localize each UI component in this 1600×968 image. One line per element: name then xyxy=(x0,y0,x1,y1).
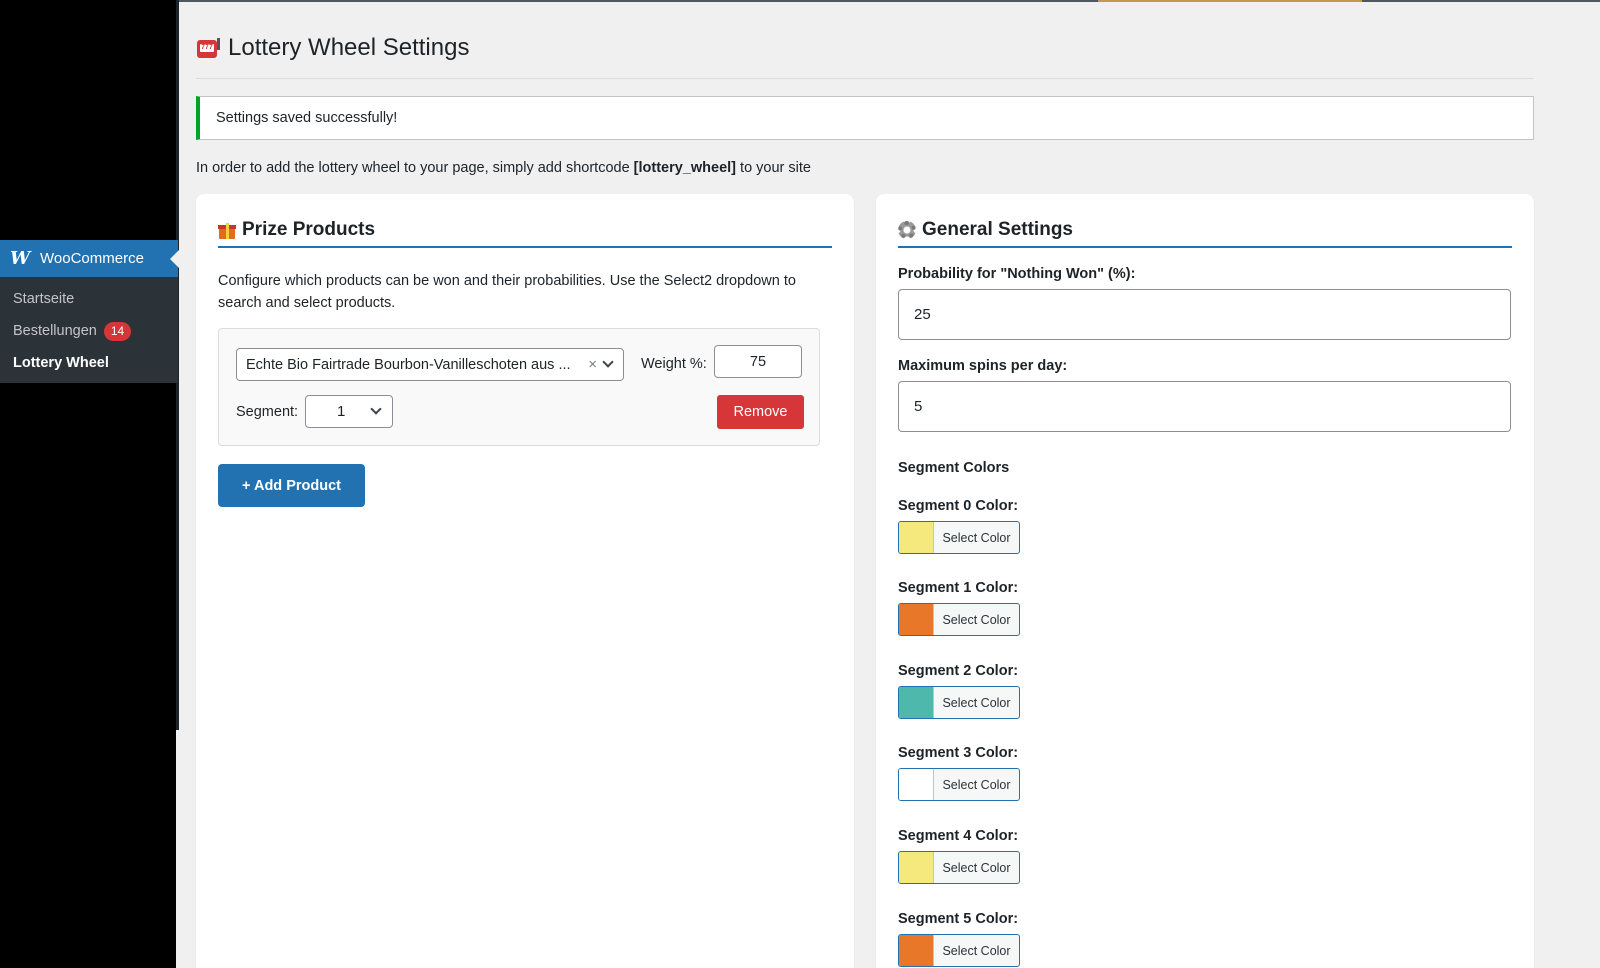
segment-2-color-label: Segment 2 Color: xyxy=(898,663,1019,679)
page-title-text: Lottery Wheel Settings xyxy=(228,34,470,61)
max-spins-input[interactable]: 5 xyxy=(898,381,1511,432)
notice-text: Settings saved successfully! xyxy=(216,110,398,126)
segment-5-color-label: Segment 5 Color: xyxy=(898,911,1019,927)
chevron-down-icon xyxy=(370,403,382,415)
product-select-value: Echte Bio Fairtrade Bourbon-Vanilleschot… xyxy=(246,356,571,373)
success-notice: Settings saved successfully! xyxy=(196,96,1534,140)
add-product-button[interactable]: + Add Product xyxy=(218,464,365,507)
segment-0-color-label: Segment 0 Color: xyxy=(898,498,1019,514)
weight-label: Weight %: xyxy=(641,356,707,372)
segment-3-color-label: Segment 3 Color: xyxy=(898,745,1019,761)
select-color-label: Select Color xyxy=(942,943,1011,958)
segment-4-color-label: Segment 4 Color: xyxy=(898,828,1019,844)
gift-icon xyxy=(218,221,236,239)
weight-input[interactable]: 75 xyxy=(714,345,802,378)
segment-5-color-picker[interactable]: Select Color xyxy=(898,934,1020,967)
clear-icon[interactable]: × xyxy=(588,356,597,373)
sidebar-item-label: Lottery Wheel xyxy=(13,355,109,371)
segment-select[interactable]: 1 xyxy=(305,395,393,428)
sidebar-item-label: Bestellungen xyxy=(13,323,97,339)
prize-products-heading: Prize Products xyxy=(218,216,832,244)
intro-text-end: to your site xyxy=(736,160,811,176)
chevron-down-icon xyxy=(602,356,614,368)
intro-text: In order to add the lottery wheel to you… xyxy=(196,160,634,176)
sidebar-item-bestellungen[interactable]: Bestellungen 14 xyxy=(0,315,178,347)
segment-2-color-picker[interactable]: Select Color xyxy=(898,686,1020,719)
woocommerce-submenu: Startseite Bestellungen 14 Lottery Wheel xyxy=(0,277,178,383)
general-settings-heading: General Settings xyxy=(898,216,1512,244)
prize-description: Configure which products can be won and … xyxy=(218,273,796,311)
select-color-label: Select Color xyxy=(942,860,1011,875)
woocommerce-icon: W xyxy=(10,248,30,269)
select-color-label: Select Color xyxy=(942,695,1011,710)
select-color-label: Select Color xyxy=(942,777,1011,792)
card-divider xyxy=(898,246,1512,248)
segment-4-color-picker[interactable]: Select Color xyxy=(898,851,1020,884)
nothing-won-input[interactable]: 25 xyxy=(898,289,1511,340)
card-title: General Settings xyxy=(922,219,1073,240)
select-color-label: Select Color xyxy=(942,530,1011,545)
card-title: Prize Products xyxy=(242,219,376,240)
color-swatch xyxy=(899,935,934,966)
remove-button[interactable]: Remove xyxy=(717,395,804,429)
color-swatch xyxy=(899,852,934,883)
card-divider xyxy=(218,246,832,248)
page-title: 777 Lottery Wheel Settings xyxy=(196,34,469,62)
segment-select-value: 1 xyxy=(337,403,346,420)
orders-count-badge: 14 xyxy=(103,321,132,341)
color-swatch xyxy=(899,769,934,800)
segment-3-color-picker[interactable]: Select Color xyxy=(898,768,1020,801)
segment-1-color-label: Segment 1 Color: xyxy=(898,580,1019,596)
shortcode-intro: In order to add the lottery wheel to you… xyxy=(196,160,811,176)
color-swatch xyxy=(899,604,934,635)
max-spins-label: Maximum spins per day: xyxy=(898,358,1068,374)
general-settings-card: General Settings Probability for "Nothin… xyxy=(876,194,1534,968)
segment-colors-heading: Segment Colors xyxy=(898,460,1010,476)
select-color-label: Select Color xyxy=(942,612,1011,627)
sidebar-item-startseite[interactable]: Startseite xyxy=(0,283,178,315)
title-divider xyxy=(196,78,1534,79)
slot-machine-icon: 777 xyxy=(196,36,220,60)
gear-icon xyxy=(898,221,916,239)
admin-sidebar: W WooCommerce Startseite Bestellungen 14… xyxy=(0,0,179,968)
prize-products-card: Prize Products Configure which products … xyxy=(196,194,854,968)
sidebar-item-woocommerce[interactable]: W WooCommerce xyxy=(0,240,179,277)
color-swatch xyxy=(899,522,934,553)
admin-bar-strip xyxy=(0,0,1600,2)
color-swatch xyxy=(899,687,934,718)
segment-0-color-picker[interactable]: Select Color xyxy=(898,521,1020,554)
admin-bar-accent xyxy=(1098,0,1362,2)
shortcode: [lottery_wheel] xyxy=(633,160,737,176)
sidebar-item-label: Startseite xyxy=(13,291,75,307)
segment-1-color-picker[interactable]: Select Color xyxy=(898,603,1020,636)
sidebar-item-lottery-wheel[interactable]: Lottery Wheel xyxy=(0,347,178,379)
sidebar-item-label: WooCommerce xyxy=(40,250,144,267)
nothing-won-label: Probability for "Nothing Won" (%): xyxy=(898,266,1136,282)
prize-product-row: Echte Bio Fairtrade Bourbon-Vanilleschot… xyxy=(218,328,820,446)
product-select[interactable]: Echte Bio Fairtrade Bourbon-Vanilleschot… xyxy=(236,348,624,381)
segment-label: Segment: xyxy=(236,404,299,420)
